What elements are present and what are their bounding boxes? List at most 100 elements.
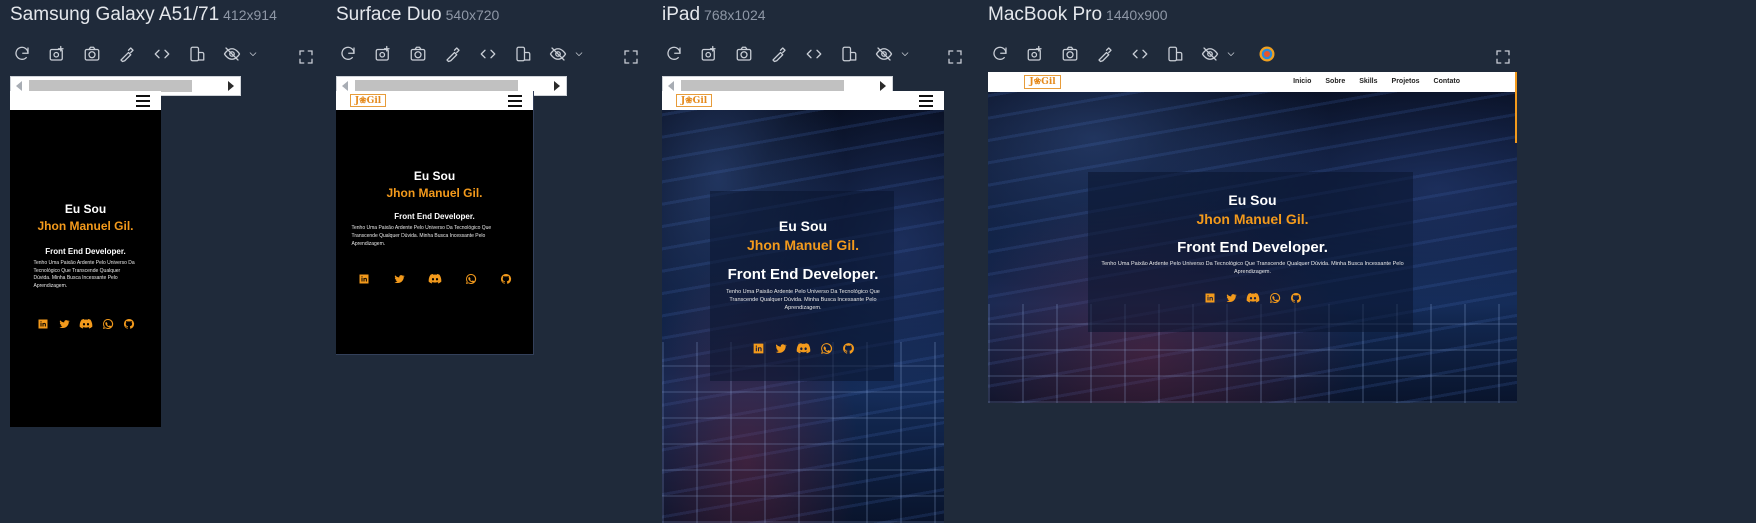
expand-icon[interactable] (297, 48, 317, 68)
code-icon[interactable] (476, 42, 500, 66)
camera-icon[interactable] (406, 42, 430, 66)
hero-name: Jhon Manuel Gil. (37, 219, 134, 233)
github-icon[interactable] (500, 273, 512, 285)
hamburger-menu-icon[interactable] (508, 95, 522, 107)
color-wheel-icon[interactable] (1255, 42, 1279, 66)
social-links (988, 292, 1517, 304)
hamburger-menu-icon[interactable] (919, 95, 933, 107)
device-screen: Eu Sou Jhon Manuel Gil. Front End Develo… (10, 91, 161, 427)
device-toolbar (336, 42, 596, 66)
nav-link-projetos[interactable]: Projetos (1392, 78, 1420, 85)
refresh-icon[interactable] (10, 42, 34, 66)
linkedin-icon[interactable] (37, 318, 49, 330)
hero-name: Jhon Manuel Gil. (386, 186, 483, 200)
discord-icon[interactable] (796, 342, 811, 355)
linkedin-icon[interactable] (358, 273, 370, 285)
refresh-icon[interactable] (662, 42, 686, 66)
rotate-icon[interactable] (511, 42, 535, 66)
site-logo[interactable]: J❀Gil (1024, 75, 1061, 89)
social-links (10, 318, 161, 330)
discord-icon[interactable] (79, 318, 93, 330)
site-navbar: J❀Gil Inicio Sobre Skills Projetos Conta… (988, 72, 1517, 92)
expand-icon[interactable] (1494, 48, 1514, 68)
eye-off-icon[interactable] (1198, 42, 1222, 66)
hero-description: Tenho Uma Paixão Ardente Pelo Universo D… (351, 225, 492, 247)
site-navbar: J❀Gil (336, 91, 533, 110)
device-toolbar (662, 42, 922, 66)
github-icon[interactable] (1290, 292, 1302, 304)
eye-off-icon[interactable] (546, 42, 570, 66)
twitter-icon[interactable] (774, 342, 787, 355)
eyedropper-icon[interactable] (115, 42, 139, 66)
device-title: Samsung Galaxy A51/71 412x914 (10, 4, 277, 25)
hero-name: Jhon Manuel Gil. (1196, 211, 1309, 227)
whatsapp-icon[interactable] (1269, 292, 1281, 304)
chevron-down-icon[interactable] (247, 42, 259, 66)
expand-icon[interactable] (622, 48, 642, 68)
chevron-down-icon[interactable] (573, 42, 585, 66)
rotate-icon[interactable] (1163, 42, 1187, 66)
chevron-down-icon[interactable] (1225, 42, 1237, 66)
camera-icon[interactable] (1058, 42, 1082, 66)
eyedropper-icon[interactable] (441, 42, 465, 66)
whatsapp-icon[interactable] (102, 318, 114, 330)
expand-icon[interactable] (946, 48, 966, 68)
screenshot-full-icon[interactable] (45, 42, 69, 66)
device-title: MacBook Pro 1440x900 (988, 4, 1168, 25)
screenshot-full-icon[interactable] (697, 42, 721, 66)
page-scrollbar[interactable] (1515, 72, 1517, 143)
site-nav-links: Inicio Sobre Skills Projetos Contato (1293, 78, 1460, 85)
nav-link-inicio[interactable]: Inicio (1293, 78, 1311, 85)
camera-icon[interactable] (80, 42, 104, 66)
site-navbar (10, 91, 161, 110)
device-title: iPad 768x1024 (662, 4, 766, 25)
hamburger-menu-icon[interactable] (136, 95, 150, 107)
eyedropper-icon[interactable] (767, 42, 791, 66)
hero-role: Front End Developer. (1177, 239, 1328, 256)
rotate-icon[interactable] (185, 42, 209, 66)
eye-off-icon[interactable] (872, 42, 896, 66)
refresh-icon[interactable] (336, 42, 360, 66)
site-logo[interactable]: J❀Gil (676, 94, 712, 107)
camera-icon[interactable] (732, 42, 756, 66)
eye-off-icon[interactable] (220, 42, 244, 66)
chevron-down-icon[interactable] (899, 42, 911, 66)
linkedin-icon[interactable] (752, 342, 765, 355)
code-icon[interactable] (802, 42, 826, 66)
nav-link-skills[interactable]: Skills (1359, 78, 1377, 85)
discord-icon[interactable] (428, 273, 442, 285)
hero-name: Jhon Manuel Gil. (746, 237, 859, 253)
nav-link-contato[interactable]: Contato (1434, 78, 1460, 85)
eyedropper-icon[interactable] (1093, 42, 1117, 66)
twitter-icon[interactable] (393, 273, 405, 285)
hero-section: Eu Sou Jhon Manuel Gil. Front End Develo… (988, 192, 1517, 304)
github-icon[interactable] (123, 318, 135, 330)
twitter-icon[interactable] (1225, 292, 1237, 304)
hero-greeting: Eu Sou (778, 218, 828, 234)
site-logo[interactable]: J❀Gil (350, 94, 386, 107)
screenshot-full-icon[interactable] (371, 42, 395, 66)
device-screen: J❀Gil Eu Sou Jhon Manuel Gil. Front End … (662, 91, 944, 523)
device-toolbar (10, 42, 270, 66)
site-navbar: J❀Gil (662, 91, 944, 110)
refresh-icon[interactable] (988, 42, 1012, 66)
linkedin-icon[interactable] (1204, 292, 1216, 304)
github-icon[interactable] (842, 342, 855, 355)
hero-greeting: Eu Sou (64, 202, 107, 216)
device-toolbar (988, 42, 1290, 66)
hero-description: Tenho Uma Paixão Ardente Pelo Universo D… (33, 260, 135, 289)
hero-greeting: Eu Sou (1228, 192, 1277, 208)
nav-link-sobre[interactable]: Sobre (1325, 78, 1345, 85)
whatsapp-icon[interactable] (820, 342, 833, 355)
discord-icon[interactable] (1246, 292, 1260, 304)
hero-section: Eu Sou Jhon Manuel Gil. Front End Develo… (10, 202, 161, 330)
code-icon[interactable] (150, 42, 174, 66)
hero-description: Tenho Uma Paixão Ardente Pelo Universo D… (726, 289, 880, 311)
device-title: Surface Duo 540x720 (336, 4, 500, 25)
screenshot-full-icon[interactable] (1023, 42, 1047, 66)
hero-greeting: Eu Sou (413, 169, 456, 183)
twitter-icon[interactable] (58, 318, 70, 330)
rotate-icon[interactable] (837, 42, 861, 66)
whatsapp-icon[interactable] (465, 273, 477, 285)
code-icon[interactable] (1128, 42, 1152, 66)
